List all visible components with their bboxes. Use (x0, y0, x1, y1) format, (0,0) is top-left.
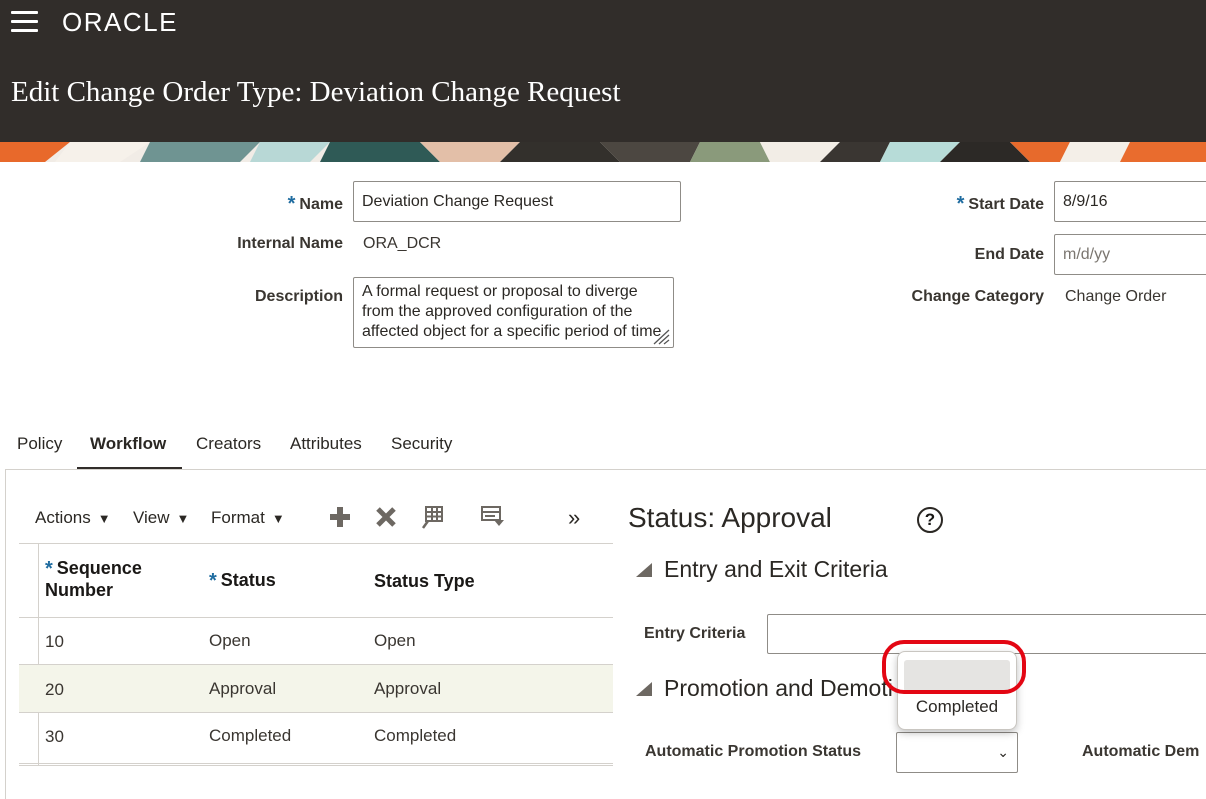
divider (19, 543, 613, 544)
caret-down-icon: ▼ (176, 510, 190, 526)
status-cell: Completed (209, 726, 292, 745)
divider (19, 765, 613, 766)
section-title: Entry and Exit Criteria (664, 556, 888, 582)
help-icon[interactable]: ? (917, 507, 943, 533)
auto-promotion-label: Automatic Promotion Status (645, 743, 862, 760)
tab-attributes[interactable]: Attributes (290, 434, 362, 454)
description-label: Description (254, 288, 343, 305)
required-asterisk: * (287, 193, 296, 215)
collapse-triangle-icon (636, 562, 652, 577)
tab-workflow[interactable]: Workflow (90, 434, 166, 454)
tab-bar: Policy Workflow Creators Attributes Secu… (0, 430, 1206, 470)
change-category-label: Change Category (911, 288, 1044, 305)
entry-criteria-label: Entry Criteria (644, 625, 746, 642)
section-entry-exit-criteria[interactable]: Entry and Exit Criteria (636, 556, 888, 583)
start-date-label: * Start Date (956, 193, 1044, 215)
format-label: Format (211, 508, 265, 527)
status-cell: Open (209, 631, 251, 650)
required-asterisk: * (45, 558, 53, 580)
required-asterisk: * (209, 570, 217, 592)
divider (5, 470, 6, 799)
table-row-selected[interactable]: 20 Approval Approval (19, 665, 613, 712)
dropdown-option-empty[interactable] (904, 660, 1010, 692)
view-label: View (133, 508, 170, 527)
decorative-banner (0, 142, 1206, 162)
actions-menu[interactable]: Actions ▼ (35, 508, 111, 528)
status-type-cell: Approval (374, 679, 442, 698)
table-row[interactable]: 10 Open Open (19, 617, 613, 664)
view-menu[interactable]: View ▼ (133, 508, 189, 528)
hamburger-menu-icon[interactable] (11, 11, 38, 32)
description-text: A formal request or proposal to diverge … (362, 283, 662, 340)
tab-policy[interactable]: Policy (17, 434, 62, 454)
sequence-cell: 30 (45, 727, 64, 746)
section-title: Promotion and Demoti (664, 675, 893, 701)
auto-promotion-select[interactable]: ⌄ (896, 732, 1018, 773)
divider (19, 763, 613, 764)
status-cell: Approval (209, 679, 277, 698)
table-row[interactable]: 30 Completed Completed (19, 712, 613, 759)
end-date-label: End Date (974, 246, 1044, 263)
actions-label: Actions (35, 508, 91, 527)
status-type-cell: Open (374, 631, 416, 650)
internal-name-label: Internal Name (237, 235, 343, 252)
end-date-field[interactable]: m/d/yy (1054, 234, 1206, 275)
oracle-logo: ORACLE (62, 7, 178, 37)
chevron-down-icon: ⌄ (997, 744, 1009, 760)
caret-down-icon: ▼ (271, 510, 285, 526)
status-type-cell: Completed (374, 726, 457, 745)
app-header: ORACLE Edit Change Order Type: Deviation… (0, 0, 1206, 142)
delete-icon[interactable] (373, 504, 399, 530)
status-detail-title: Status: Approval (628, 502, 832, 533)
sequence-cell: 20 (45, 680, 64, 699)
tab-creators[interactable]: Creators (196, 434, 261, 454)
divider (5, 469, 1206, 470)
name-field[interactable]: Deviation Change Request (353, 181, 681, 222)
collapse-triangle-icon (636, 681, 652, 696)
description-field[interactable]: A formal request or proposal to diverge … (353, 277, 674, 348)
resize-grip-icon[interactable] (649, 327, 671, 345)
tab-security[interactable]: Security (391, 434, 452, 454)
auto-promotion-dropdown: Completed (897, 651, 1017, 730)
auto-demotion-label: Automatic Dem (1082, 743, 1200, 760)
more-toolbar-button[interactable]: » (568, 505, 580, 531)
required-asterisk: * (956, 193, 965, 215)
freeze-icon[interactable] (420, 504, 446, 530)
entry-criteria-field[interactable] (767, 614, 1206, 654)
dropdown-option-completed[interactable]: Completed (898, 697, 1016, 717)
section-promotion-demotion[interactable]: Promotion and Demoti (636, 675, 893, 702)
col-header-status[interactable]: * Status (209, 569, 276, 592)
change-category-value: Change Order (1065, 288, 1167, 305)
name-label: * Name (287, 193, 343, 215)
caret-down-icon: ▼ (97, 510, 111, 526)
start-date-field[interactable]: 8/9/16 (1054, 181, 1206, 222)
sequence-cell: 10 (45, 632, 64, 651)
internal-name-value: ORA_DCR (363, 235, 442, 252)
col-header-status-type[interactable]: Status Type (374, 570, 475, 592)
add-icon[interactable] (327, 504, 353, 530)
page-title: Edit Change Order Type: Deviation Change… (11, 76, 621, 108)
wrap-icon[interactable] (480, 504, 506, 530)
col-header-sequence[interactable]: * Sequence Number (45, 557, 142, 601)
format-menu[interactable]: Format ▼ (211, 508, 285, 528)
